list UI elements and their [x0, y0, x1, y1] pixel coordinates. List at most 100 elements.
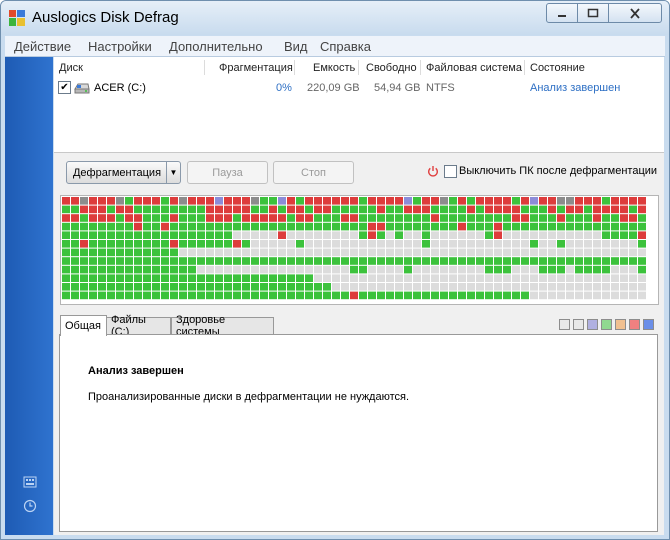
- cluster-block: [206, 265, 214, 274]
- cluster-block: [593, 197, 601, 205]
- col-filesystem[interactable]: Файловая система: [426, 62, 522, 74]
- cluster-block: [341, 197, 349, 205]
- cluster-block: [413, 283, 421, 291]
- col-status[interactable]: Состояние: [530, 62, 585, 74]
- defragment-dropdown[interactable]: ▼: [166, 161, 181, 184]
- sidebar: [5, 57, 53, 535]
- tab-general[interactable]: Общая: [60, 315, 107, 336]
- maximize-button[interactable]: [577, 3, 609, 23]
- keyboard-icon[interactable]: [23, 475, 37, 489]
- cluster-block: [359, 291, 367, 300]
- cluster-block: [584, 257, 592, 265]
- cluster-block: [206, 274, 214, 282]
- legend-swatch[interactable]: [629, 319, 640, 330]
- cluster-block: [467, 197, 475, 205]
- menu-settings[interactable]: Настройки: [88, 39, 152, 54]
- cluster-block: [179, 283, 187, 291]
- cluster-block: [278, 222, 286, 231]
- cluster-block: [602, 197, 610, 205]
- cluster-block: [269, 274, 277, 282]
- cluster-block: [152, 214, 160, 222]
- menu-view[interactable]: Вид: [284, 39, 308, 54]
- cluster-block: [602, 283, 610, 291]
- disk-checkbox[interactable]: ✔: [58, 81, 71, 94]
- cluster-block: [269, 197, 277, 205]
- clock-icon[interactable]: [23, 499, 37, 513]
- cluster-block: [350, 265, 358, 274]
- cluster-block: [206, 291, 214, 300]
- legend-swatch[interactable]: [601, 319, 612, 330]
- col-free[interactable]: Свободно: [366, 62, 417, 74]
- col-disk[interactable]: Диск: [59, 62, 83, 74]
- legend-swatch[interactable]: [615, 319, 626, 330]
- cluster-block: [98, 248, 106, 257]
- cluster-block: [296, 231, 304, 239]
- cluster-block: [197, 205, 205, 214]
- cluster-block: [494, 205, 502, 214]
- menu-advanced[interactable]: Дополнительно: [169, 39, 263, 54]
- cluster-block: [422, 205, 430, 214]
- cluster-block: [494, 283, 502, 291]
- cluster-block: [197, 274, 205, 282]
- close-button[interactable]: [608, 3, 662, 23]
- stop-button[interactable]: Стоп: [273, 161, 354, 184]
- cluster-block: [611, 231, 619, 239]
- cluster-block: [224, 205, 232, 214]
- cluster-block: [584, 231, 592, 239]
- cluster-block: [440, 197, 448, 205]
- cluster-block: [224, 283, 232, 291]
- cluster-block: [440, 214, 448, 222]
- menu-bar: Действие Настройки Дополнительно Вид Спр…: [5, 36, 665, 57]
- cluster-block: [440, 231, 448, 239]
- cluster-block: [413, 265, 421, 274]
- cluster-block: [593, 257, 601, 265]
- cluster-block: [89, 197, 97, 205]
- cluster-block: [224, 231, 232, 239]
- cluster-block: [98, 205, 106, 214]
- cluster-block: [476, 205, 484, 214]
- cluster-block: [602, 248, 610, 257]
- pause-button[interactable]: Пауза: [187, 161, 268, 184]
- cluster-block: [98, 265, 106, 274]
- cluster-block: [107, 283, 115, 291]
- cluster-block: [305, 231, 313, 239]
- cluster-block: [359, 257, 367, 265]
- minimize-button[interactable]: [546, 3, 578, 23]
- col-fragmentation[interactable]: Фрагментация: [219, 62, 293, 74]
- cluster-block: [530, 231, 538, 239]
- cluster-block: [548, 240, 556, 248]
- menu-help[interactable]: Справка: [320, 39, 371, 54]
- hard-drive-icon: [74, 83, 90, 94]
- defragment-button[interactable]: Дефрагментация: [66, 161, 168, 184]
- cluster-block: [152, 205, 160, 214]
- cluster-block: [107, 222, 115, 231]
- cluster-block: [143, 291, 151, 300]
- tab-system-health[interactable]: Здоровье системы: [171, 314, 274, 338]
- cluster-block: [395, 257, 403, 265]
- cluster-block: [404, 274, 412, 282]
- cluster-block: [431, 231, 439, 239]
- cluster-block: [413, 231, 421, 239]
- menu-action[interactable]: Действие: [14, 39, 71, 54]
- legend-swatch[interactable]: [559, 319, 570, 330]
- legend-swatch[interactable]: [573, 319, 584, 330]
- cluster-block: [458, 214, 466, 222]
- cluster-block: [260, 274, 268, 282]
- cluster-block: [539, 205, 547, 214]
- cluster-block: [116, 222, 124, 231]
- cluster-block: [305, 248, 313, 257]
- cluster-block: [449, 214, 457, 222]
- cluster-block: [152, 240, 160, 248]
- cluster-block: [557, 291, 565, 300]
- legend-swatch[interactable]: [587, 319, 598, 330]
- cluster-block: [557, 257, 565, 265]
- legend-swatch[interactable]: [643, 319, 654, 330]
- tab-files[interactable]: Файлы (C:): [106, 314, 171, 338]
- cluster-block: [512, 274, 520, 282]
- col-capacity[interactable]: Емкость: [313, 62, 355, 74]
- cluster-block: [404, 265, 412, 274]
- shutdown-checkbox[interactable]: [444, 165, 457, 178]
- cluster-block: [350, 248, 358, 257]
- cluster-block: [152, 248, 160, 257]
- cluster-block: [62, 291, 70, 300]
